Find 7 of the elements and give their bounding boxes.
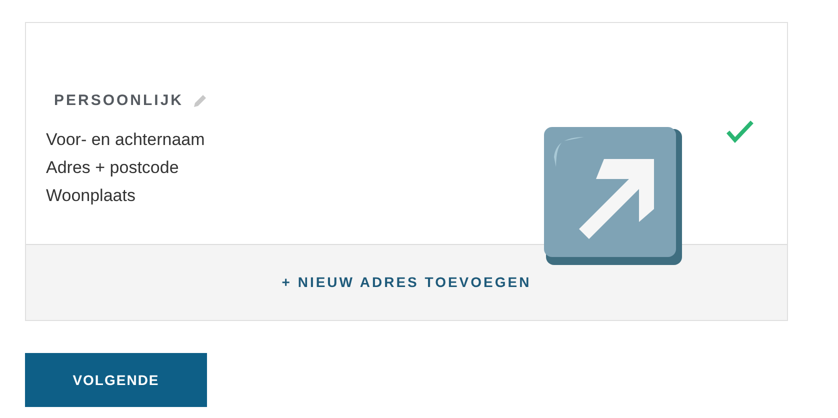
field-label: Adres + postcode [46,157,180,179]
field-label: Voor- en achternaam [46,129,205,151]
section-title: PERSOONLIJK [54,91,184,111]
field-label: Woonplaats [46,185,136,207]
next-button[interactable]: VOLGENDE [25,353,207,407]
pencil-icon[interactable] [192,93,208,110]
add-address-link[interactable]: + NIEUW ADRES TOEVOEGEN [282,272,532,293]
